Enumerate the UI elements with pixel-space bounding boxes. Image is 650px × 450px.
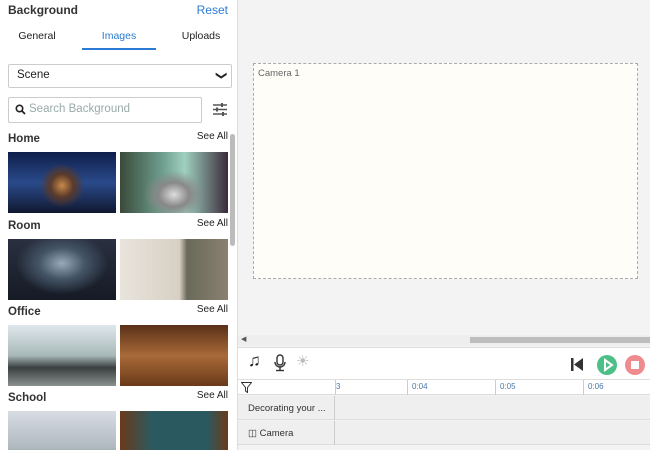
track-label: ◫ Camera	[238, 421, 335, 445]
skip-back-icon[interactable]	[571, 358, 583, 371]
timeline-toolbar: ♫ ☀	[238, 347, 650, 379]
search-input[interactable]	[29, 103, 197, 115]
stop-button[interactable]	[625, 355, 645, 375]
tick-label: 0:05	[500, 382, 516, 391]
see-all-link[interactable]: See All	[197, 218, 228, 229]
horizontal-scrollbar[interactable]: ◀	[238, 335, 650, 346]
category-room: Room See All	[8, 218, 228, 300]
background-thumbnail[interactable]	[8, 411, 116, 450]
tick-label: 3	[336, 382, 341, 391]
select-value: Scene	[17, 69, 50, 81]
camera-icon: ◫	[248, 428, 257, 439]
category-name: Home	[8, 133, 40, 145]
tabs: General Images Uploads	[0, 30, 237, 50]
chevron-down-icon: ❮	[214, 70, 227, 81]
tab-general[interactable]: General	[0, 30, 74, 50]
track-label: Decorating your ...	[238, 396, 335, 420]
category-office: Office See All	[8, 304, 228, 386]
tab-uploads[interactable]: Uploads	[164, 30, 237, 50]
panel-title: Background	[8, 3, 79, 17]
reset-button[interactable]: Reset	[197, 3, 228, 17]
scrollbar-thumb[interactable]	[470, 337, 650, 343]
timeline-ruler[interactable]: 3 0:04 0:05 0:06	[238, 379, 650, 395]
play-button[interactable]	[597, 355, 617, 375]
microphone-icon[interactable]	[274, 354, 286, 372]
tick-label: 0:04	[412, 382, 428, 391]
search-icon	[15, 104, 26, 115]
scroll-left-icon[interactable]: ◀	[241, 335, 246, 343]
camera-label: Camera 1	[258, 68, 300, 79]
background-thumbnail[interactable]	[8, 152, 116, 213]
category-name: Office	[8, 306, 41, 318]
background-panel: Background Reset General Images Uploads …	[0, 0, 238, 450]
background-thumbnail[interactable]	[120, 325, 228, 386]
category-select[interactable]: Scene ❮	[8, 64, 232, 88]
filter-icon[interactable]	[241, 382, 252, 393]
search-box[interactable]	[8, 97, 202, 123]
category-school: School See All	[8, 390, 228, 450]
tab-images[interactable]: Images	[82, 30, 156, 50]
effects-icon[interactable]: ☀	[296, 352, 309, 370]
camera-canvas[interactable]: Camera 1	[253, 63, 638, 279]
track-label-text: Camera	[259, 428, 294, 439]
see-all-link[interactable]: See All	[197, 304, 228, 315]
background-thumbnail[interactable]	[8, 325, 116, 386]
filter-sliders-icon[interactable]	[213, 103, 227, 116]
track-row[interactable]: Decorating your ...	[238, 396, 650, 420]
category-name: School	[8, 392, 47, 404]
music-icon[interactable]: ♫	[248, 351, 261, 371]
background-thumbnail[interactable]	[120, 239, 228, 300]
category-home: Home See All	[8, 131, 228, 213]
vertical-scrollbar[interactable]	[230, 134, 235, 246]
tick-label: 0:06	[588, 382, 604, 391]
see-all-link[interactable]: See All	[197, 390, 228, 401]
category-name: Room	[8, 220, 41, 232]
play-icon	[604, 358, 614, 372]
see-all-link[interactable]: See All	[197, 131, 228, 142]
background-thumbnail[interactable]	[120, 411, 228, 450]
background-thumbnail[interactable]	[120, 152, 228, 213]
stop-icon	[631, 361, 639, 369]
background-thumbnail[interactable]	[8, 239, 116, 300]
track-row[interactable]: ◫ Camera	[238, 421, 650, 445]
